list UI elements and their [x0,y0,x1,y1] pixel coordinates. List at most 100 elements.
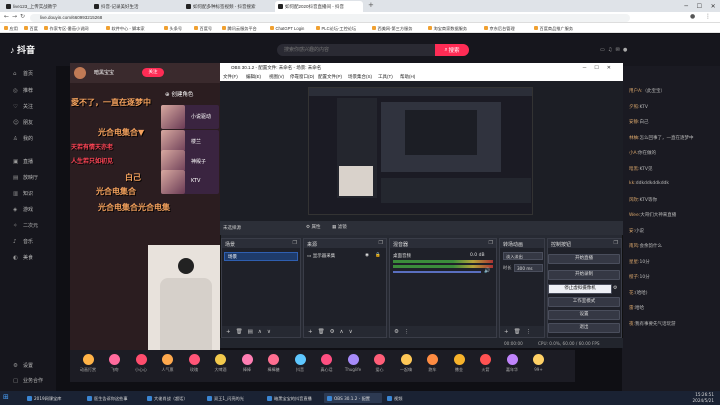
add-icon[interactable]: + [504,329,509,335]
gift-item[interactable]: 撒金 [447,354,471,373]
minimize-icon[interactable]: ─ [684,3,688,10]
start-recording-button[interactable]: 开始录制 [548,270,620,280]
close-icon[interactable]: ✕ [711,3,716,10]
float-icon[interactable]: ❐ [614,240,618,246]
more-icon[interactable]: ⋮ [526,329,532,335]
client-icon[interactable]: ▭ [600,47,605,53]
system-clock[interactable]: 15:26:51 2024/5/21 [693,392,714,403]
sidebar-item-anime[interactable]: ✧ 二次元 [13,222,38,229]
float-icon[interactable]: ❐ [379,240,383,246]
filters-button[interactable]: ▦ 滤镜 [332,224,347,230]
gear-icon[interactable]: ⚙ [394,329,399,335]
gift-item[interactable]: 99+ [527,354,551,372]
follow-button[interactable]: 关注 [142,68,164,77]
taskbar-item[interactable]: 暗黑宝宝的抖音直播 [264,393,322,403]
menu-help[interactable]: 帮助(H) [400,74,415,80]
menu-tools[interactable]: 工具(T) [378,74,393,80]
bookmark[interactable]: 京东后台管理 [484,26,515,32]
trash-icon[interactable]: 🗑 [318,329,325,335]
trash-icon[interactable]: 🗑 [236,329,243,335]
exit-button[interactable]: 退出 [548,323,620,333]
menu-scene-collection[interactable]: 场景集合(S) [348,74,372,80]
sidebar-item-settings[interactable]: ⚙ 设置 [13,362,33,369]
back-icon[interactable]: ← [4,13,9,20]
sidebar-item-follow[interactable]: ♡ 关注 [13,103,33,110]
browser-tab[interactable]: live123_上传实战教学 [3,1,87,12]
gift-item[interactable]: 抖音 [288,354,312,373]
gift-item[interactable]: 棒棒糖 [262,354,286,373]
sidebar-item-knowledge[interactable]: ▥ 知识 [13,190,33,197]
gift-item[interactable]: 跑车 [421,354,445,373]
gift-item[interactable]: 棒棒 [235,354,259,373]
avatar[interactable]: ● [623,47,627,53]
menu-file[interactable]: 文件(F) [223,74,238,80]
role-card[interactable]: 小说驱动 [161,105,219,129]
menu-view[interactable]: 视图(V) [269,74,284,80]
gift-item[interactable]: 嘉年华 [500,354,524,373]
taskbar-item[interactable]: 双王1_闪亮的光 [204,393,262,403]
url-field[interactable]: live.douyin.com/660993215268 [30,13,630,22]
reload-icon[interactable]: ↻ [20,13,25,20]
properties-button[interactable]: ⚙ 属性 [306,224,320,230]
lock-icon[interactable]: 🔒 [375,253,381,258]
gift-item[interactable]: Thuglife [341,354,365,372]
filter-icon[interactable]: ▤ [248,329,253,335]
bookmark[interactable]: 西美网-第三方服务 [372,26,413,32]
gift-item[interactable]: 火箭 [474,354,498,373]
source-item[interactable]: ▭ 显示器采集 ◉ 🔒 [307,253,381,259]
gift-item[interactable]: 爱心 [368,354,392,373]
browser-tab[interactable]: 如何配多种标签视频 - 抖音搜索 [183,1,271,12]
sidebar-item-cinema[interactable]: ▤ 放映厅 [13,174,38,181]
move-up-icon[interactable]: ∧ [340,329,344,335]
bookmark[interactable]: 应用 [4,26,18,32]
menu-docks[interactable]: 停靠窗口(D) [290,74,314,80]
virtual-camera-gear-icon[interactable]: ⚙ [613,285,617,291]
taskbar-item[interactable]: 2019网课宝库 [24,393,82,403]
sidebar-item-live[interactable]: ▣ 直播 [13,158,33,165]
move-down-icon[interactable]: ∨ [349,329,353,335]
bookmark[interactable]: 头条号 [164,26,183,32]
move-down-icon[interactable]: ∨ [267,329,271,335]
gift-item[interactable]: 人气票 [156,354,180,373]
taskbar-item[interactable]: 医生告诉你这些事 [84,393,142,403]
search-button[interactable]: ⌕ 搜索 [435,44,469,56]
forward-icon[interactable]: → [12,13,17,20]
menu-edit[interactable]: 编辑(E) [246,74,261,80]
bookmark[interactable]: 百度商品推广服务 [534,26,574,32]
browser-tab[interactable]: 抖音-记录美好生活 [91,1,179,12]
gear-icon[interactable]: ⚙ [330,329,335,335]
menu-icon[interactable]: ⋮ [705,13,711,20]
new-tab-icon[interactable]: + [368,1,374,9]
add-icon[interactable]: + [226,329,231,335]
role-card[interactable]: KTV [161,170,219,194]
duration-input[interactable]: 300 ms [514,264,543,272]
bell-icon[interactable]: ♫ [608,47,612,53]
speaker-icon[interactable]: 🔊 [484,268,490,274]
scene-item[interactable]: 场景 [224,252,298,261]
bookmark[interactable]: 软件中心 - 脚本家 [106,26,145,32]
bookmark[interactable]: 作家专区-番茄小说网 [44,26,89,32]
add-icon[interactable]: + [308,329,313,335]
gift-item[interactable]: 一起嗨 [394,354,418,373]
maximize-icon[interactable]: ☐ [697,3,702,10]
bookmark[interactable]: 百度 [24,26,38,32]
gift-item[interactable]: 动画打赏 [76,354,100,373]
settings-button[interactable]: 设置 [548,310,620,320]
sidebar-item-music[interactable]: ♪ 音乐 [13,238,33,245]
gift-item[interactable]: 飞吻 [103,354,127,373]
browser-tab-active[interactable]: 如何配2020抖音直播间 - 抖音 [275,1,363,12]
gift-item[interactable]: 玫瑰 [182,354,206,373]
bookmark[interactable]: 淘宝商家数据服务 [428,26,468,32]
gift-item[interactable]: 小心心 [129,354,153,373]
volume-slider[interactable] [393,271,481,273]
douyin-logo[interactable]: ♪ 抖音 [10,43,35,56]
streamer-avatar[interactable] [74,67,86,79]
sidebar-item-friends[interactable]: ☺ 朋友 [13,119,33,126]
eye-icon[interactable]: ◉ [365,253,369,258]
windows-start-icon[interactable]: ⊞ [3,393,9,401]
search-input[interactable] [277,44,437,56]
start-streaming-button[interactable]: 开始直播 [548,254,620,264]
sidebar-item-food[interactable]: ◐ 美食 [13,254,33,261]
bookmark[interactable]: ChatGPT Login [270,26,305,31]
bookmark[interactable]: 百度号 [194,26,213,32]
